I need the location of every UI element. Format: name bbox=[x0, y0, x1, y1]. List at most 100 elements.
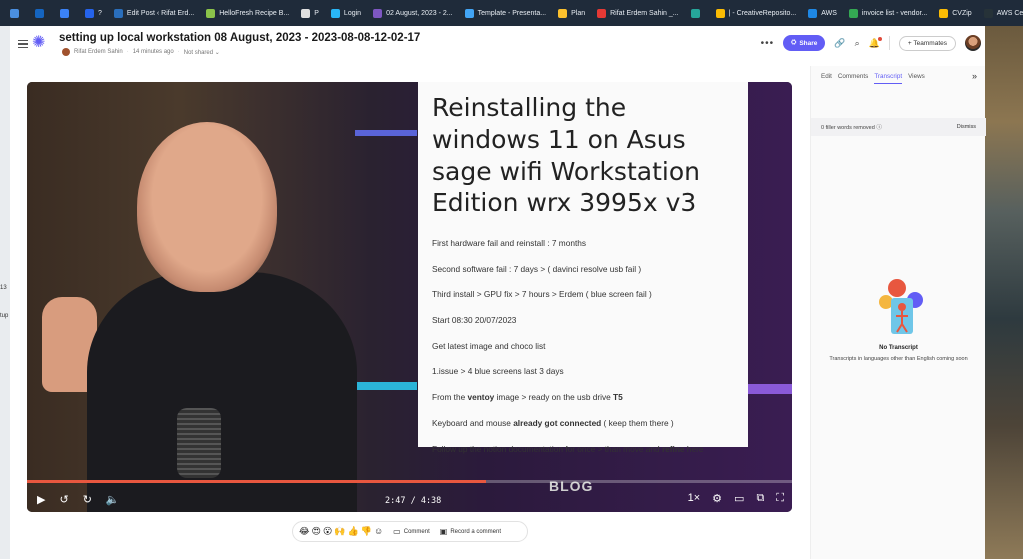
reaction-emoji[interactable]: 😂 bbox=[299, 527, 310, 536]
loom-logo-icon[interactable]: ✺ bbox=[32, 35, 45, 51]
slide-text-run: here bbox=[684, 443, 704, 454]
no-transcript-illustration-icon bbox=[879, 279, 923, 334]
bookmark-favicon-icon bbox=[939, 8, 949, 18]
background-window-edge bbox=[0, 26, 10, 559]
rewind-5s-icon[interactable]: ↺ bbox=[59, 493, 68, 506]
tab-comments[interactable]: Comments bbox=[838, 73, 868, 84]
presenter-body bbox=[87, 272, 357, 512]
tab-views[interactable]: Views bbox=[908, 73, 925, 84]
bookmark-item[interactable]: Edit Post ‹ Rifat Erd... bbox=[108, 0, 200, 26]
header-actions: ••• ⛭ Share 🔗 ⌕ 🔔 + Teammates bbox=[761, 35, 981, 51]
bookmark-favicon-icon bbox=[206, 8, 216, 18]
tab-edit[interactable]: Edit bbox=[821, 73, 832, 84]
picture-in-picture-icon[interactable]: ⧉ bbox=[756, 492, 764, 505]
volume-icon[interactable]: 🔈 bbox=[106, 493, 120, 506]
bookmark-item[interactable]: invoice list - vendor... bbox=[843, 0, 933, 26]
bookmark-item[interactable]: | - CreativeReposito... bbox=[710, 0, 803, 26]
bookmark-favicon-icon bbox=[301, 8, 311, 18]
bookmark-item[interactable]: Login bbox=[325, 0, 367, 26]
bookmark-item[interactable]: HelloFresh Recipe B... bbox=[200, 0, 295, 26]
bookmark-item[interactable] bbox=[29, 0, 54, 26]
bookmark-item[interactable]: ? bbox=[79, 0, 108, 26]
reaction-emoji[interactable]: 👍 bbox=[348, 527, 359, 536]
comment-button[interactable]: ▭ Comment bbox=[393, 527, 430, 536]
slide-bullet: First hardware fail and reinstall : 7 mo… bbox=[432, 231, 734, 257]
video-progress-bar[interactable] bbox=[27, 480, 792, 483]
slide-text-run: image > ready on the usb drive bbox=[494, 392, 614, 403]
slide-bullet: Second software fail : 7 days > ( davinc… bbox=[432, 257, 734, 283]
play-icon[interactable]: ▶ bbox=[37, 493, 45, 506]
wall-light-bar bbox=[747, 384, 792, 394]
user-avatar[interactable] bbox=[965, 35, 981, 51]
forward-5s-icon[interactable]: ↻ bbox=[83, 493, 92, 506]
slide-bullet: Get latest image and choco list bbox=[432, 334, 734, 360]
sharing-status[interactable]: Not shared ⌄ bbox=[184, 49, 220, 56]
slide-text-run: Follow up the notion documentation for o… bbox=[432, 443, 662, 454]
bookmark-label: AWS Certified Solut... bbox=[996, 9, 1023, 17]
microphone bbox=[177, 408, 221, 478]
video-time: 2:47 / 4:38 bbox=[385, 496, 442, 506]
bookmark-favicon-icon bbox=[808, 8, 818, 18]
slide-bullet: Start 08:30 20/07/2023 bbox=[432, 308, 734, 334]
bookmark-item[interactable]: AWS Certified Solut... bbox=[978, 0, 1023, 26]
more-options-button[interactable]: ••• bbox=[761, 38, 775, 49]
bookmark-item[interactable]: P bbox=[295, 0, 325, 26]
author-avatar bbox=[62, 48, 70, 56]
search-icon[interactable]: ⌕ bbox=[855, 38, 860, 49]
bookmark-favicon-icon bbox=[330, 8, 340, 18]
bookmark-item[interactable] bbox=[685, 0, 710, 26]
bookmark-label: Plan bbox=[571, 9, 586, 17]
video-title[interactable]: setting up local workstation 08 August, … bbox=[59, 32, 420, 44]
share-button[interactable]: ⛭ Share bbox=[783, 35, 826, 51]
bookmark-item[interactable] bbox=[4, 0, 29, 26]
meta-separator: · bbox=[177, 49, 180, 55]
background-window-fragment: 13 bbox=[0, 285, 7, 291]
bookmark-label: AWS bbox=[821, 9, 837, 17]
bookmark-label: Edit Post ‹ Rifat Erd... bbox=[126, 9, 195, 17]
bookmark-label: CVZip bbox=[952, 9, 972, 17]
bookmark-label: Login bbox=[343, 9, 362, 17]
slide-text-run: Third install > GPU fix > 7 hours > Erde… bbox=[432, 289, 652, 300]
collapse-panel-icon[interactable]: » bbox=[972, 71, 977, 81]
bookmark-favicon-icon bbox=[373, 8, 383, 18]
add-emoji-icon[interactable]: ☺ bbox=[374, 527, 383, 536]
settings-gear-icon[interactable]: ⚙ bbox=[712, 492, 722, 505]
bookmark-item[interactable]: AWS bbox=[802, 0, 843, 26]
camera-icon: ▣ bbox=[439, 527, 448, 536]
slide-text-run: 1.issue > 4 blue screens last 3 days bbox=[432, 366, 564, 377]
hamburger-menu-icon[interactable] bbox=[18, 40, 28, 48]
bookmark-favicon-icon bbox=[113, 8, 123, 18]
fullscreen-icon[interactable]: ⛶ bbox=[776, 492, 784, 505]
slide-text-run: ventoy bbox=[467, 392, 495, 403]
presenter-figure bbox=[42, 112, 357, 512]
slide-text-run: T5 bbox=[613, 392, 623, 403]
bookmark-item[interactable]: Rifat Erdem Sahin _... bbox=[591, 0, 684, 26]
playback-speed-button[interactable]: 1× bbox=[688, 492, 701, 505]
bookmark-item[interactable]: CVZip bbox=[933, 0, 977, 26]
video-controls: ▶ ↺ ↻ 🔈 2:47 / 4:38 1× ⚙ ▭ ⧉ ⛶ bbox=[27, 486, 792, 512]
theater-mode-icon[interactable]: ▭ bbox=[734, 492, 744, 505]
tab-transcript[interactable]: Transcript bbox=[874, 73, 903, 84]
bookmark-favicon-icon bbox=[983, 8, 993, 18]
bookmark-item[interactable]: 02 August, 2023 - 2... bbox=[367, 0, 459, 26]
video-meta: Rifat Erdem Sahin · 14 minutes ago · Not… bbox=[62, 48, 220, 56]
bookmark-item[interactable]: Plan bbox=[552, 0, 591, 26]
video-player[interactable]: Reinstalling the windows 11 on Asus sage… bbox=[27, 82, 792, 512]
video-progress-fill bbox=[27, 480, 486, 483]
bookmark-item[interactable]: Template - Presenta... bbox=[459, 0, 552, 26]
slide-text-run: refine bbox=[661, 443, 685, 454]
notifications-bell-icon[interactable]: 🔔 bbox=[869, 36, 882, 49]
dismiss-button[interactable]: Dismiss bbox=[957, 124, 976, 130]
add-teammates-button[interactable]: + Teammates bbox=[898, 35, 956, 51]
reaction-emoji[interactable]: 🙌 bbox=[334, 527, 345, 536]
bookmark-item[interactable] bbox=[54, 0, 79, 26]
reactions-bar: 😂 😍 😮 🙌 👍 👎 ☺ ▭ Comment ▣ Record a comment bbox=[292, 521, 528, 542]
reaction-emoji[interactable]: 👎 bbox=[361, 527, 372, 536]
reaction-emoji[interactable]: 😮 bbox=[323, 527, 332, 536]
slide-text-run: From the bbox=[432, 392, 468, 403]
reaction-emoji[interactable]: 😍 bbox=[312, 527, 321, 536]
record-comment-button[interactable]: ▣ Record a comment bbox=[440, 527, 501, 536]
link-icon[interactable]: 🔗 bbox=[834, 38, 845, 49]
divider bbox=[888, 36, 890, 50]
slide-bullet: From the ventoy image > ready on the usb… bbox=[432, 385, 734, 411]
